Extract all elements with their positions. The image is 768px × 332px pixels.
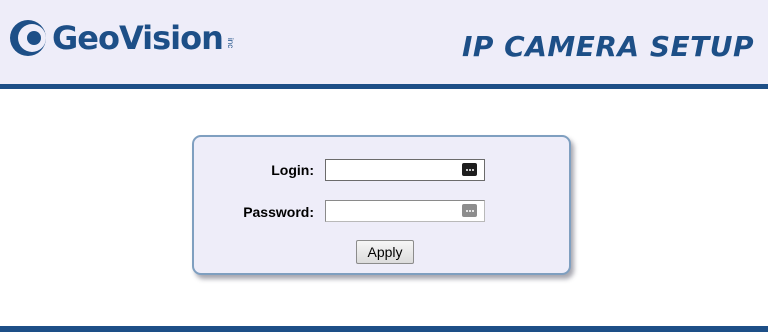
page-title: IP CAMERA SETUP — [461, 30, 754, 63]
password-input[interactable] — [325, 200, 485, 222]
login-panel: Login: Password: Apply — [192, 135, 571, 275]
logo-inc: inc — [225, 37, 235, 49]
page-header: GeoVision inc IP CAMERA SETUP — [0, 0, 768, 84]
password-manager-key-icon[interactable] — [462, 163, 477, 176]
geovision-logo-icon — [10, 20, 46, 56]
apply-button[interactable]: Apply — [356, 240, 414, 264]
login-input[interactable] — [325, 159, 485, 181]
footer-divider — [0, 326, 768, 332]
logo-text: GeoVision — [52, 19, 224, 57]
header-divider — [0, 84, 768, 89]
geovision-logo: GeoVision inc — [8, 14, 235, 62]
login-label: Login: — [271, 162, 314, 178]
password-manager-key-icon[interactable] — [462, 204, 477, 217]
password-label: Password: — [243, 204, 314, 220]
